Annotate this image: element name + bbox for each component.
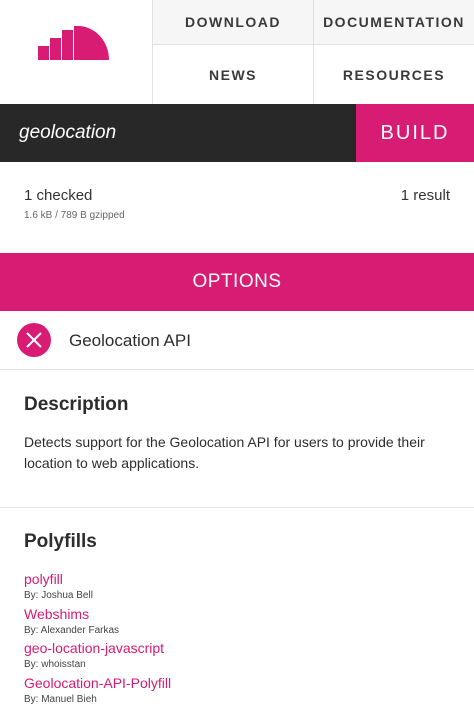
build-button[interactable]: BUILD — [356, 104, 474, 162]
result-count: 1 result — [400, 187, 450, 204]
polyfill-author: By: Alexander Farkas — [24, 625, 120, 636]
polyfill-author: By: Manuel Bieh — [24, 694, 97, 705]
nav-download[interactable]: DOWNLOAD — [152, 0, 313, 44]
remove-feature-button[interactable] — [17, 323, 51, 357]
description-heading: Description — [24, 394, 129, 415]
search-input[interactable] — [0, 104, 356, 162]
description-text: Detects support for the Geolocation API … — [24, 434, 425, 471]
nav-resources[interactable]: RESOURCES — [313, 44, 474, 104]
top-navigation: DOWNLOAD DOCUMENTATION NEWS RESOURCES — [0, 0, 474, 104]
search-bar: BUILD — [0, 104, 474, 162]
polyfill-author: By: whoisstan — [24, 659, 86, 670]
list-item: geo-location-javascript By: whoisstan — [24, 640, 164, 671]
nav-documentation[interactable]: DOCUMENTATION — [313, 0, 474, 44]
polyfill-link[interactable]: polyfill — [24, 571, 93, 588]
list-item: polyfill By: Joshua Bell — [24, 571, 93, 602]
close-icon — [26, 332, 42, 348]
polyfills-heading: Polyfills — [24, 531, 97, 552]
divider — [0, 507, 474, 508]
list-item: Geolocation-API-Polyfill By: Manuel Bieh — [24, 675, 171, 706]
list-item: Webshims By: Alexander Farkas — [24, 606, 119, 637]
feature-name: Geolocation API — [69, 331, 191, 350]
polyfill-author: By: Joshua Bell — [24, 590, 93, 601]
polyfill-link[interactable]: Geolocation-API-Polyfill — [24, 675, 171, 692]
logo[interactable] — [0, 0, 152, 104]
modernizr-logo-icon — [38, 26, 109, 60]
nav-news[interactable]: NEWS — [152, 44, 313, 104]
build-size: 1.6 kB / 789 B gzipped — [24, 210, 125, 221]
options-button[interactable]: OPTIONS — [0, 253, 474, 311]
selection-status: 1 checked 1 result — [0, 162, 474, 253]
polyfill-link[interactable]: geo-location-javascript — [24, 640, 164, 657]
polyfill-link[interactable]: Webshims — [24, 606, 119, 623]
checked-count: 1 checked — [24, 187, 93, 204]
feature-row: Geolocation API — [0, 311, 474, 370]
